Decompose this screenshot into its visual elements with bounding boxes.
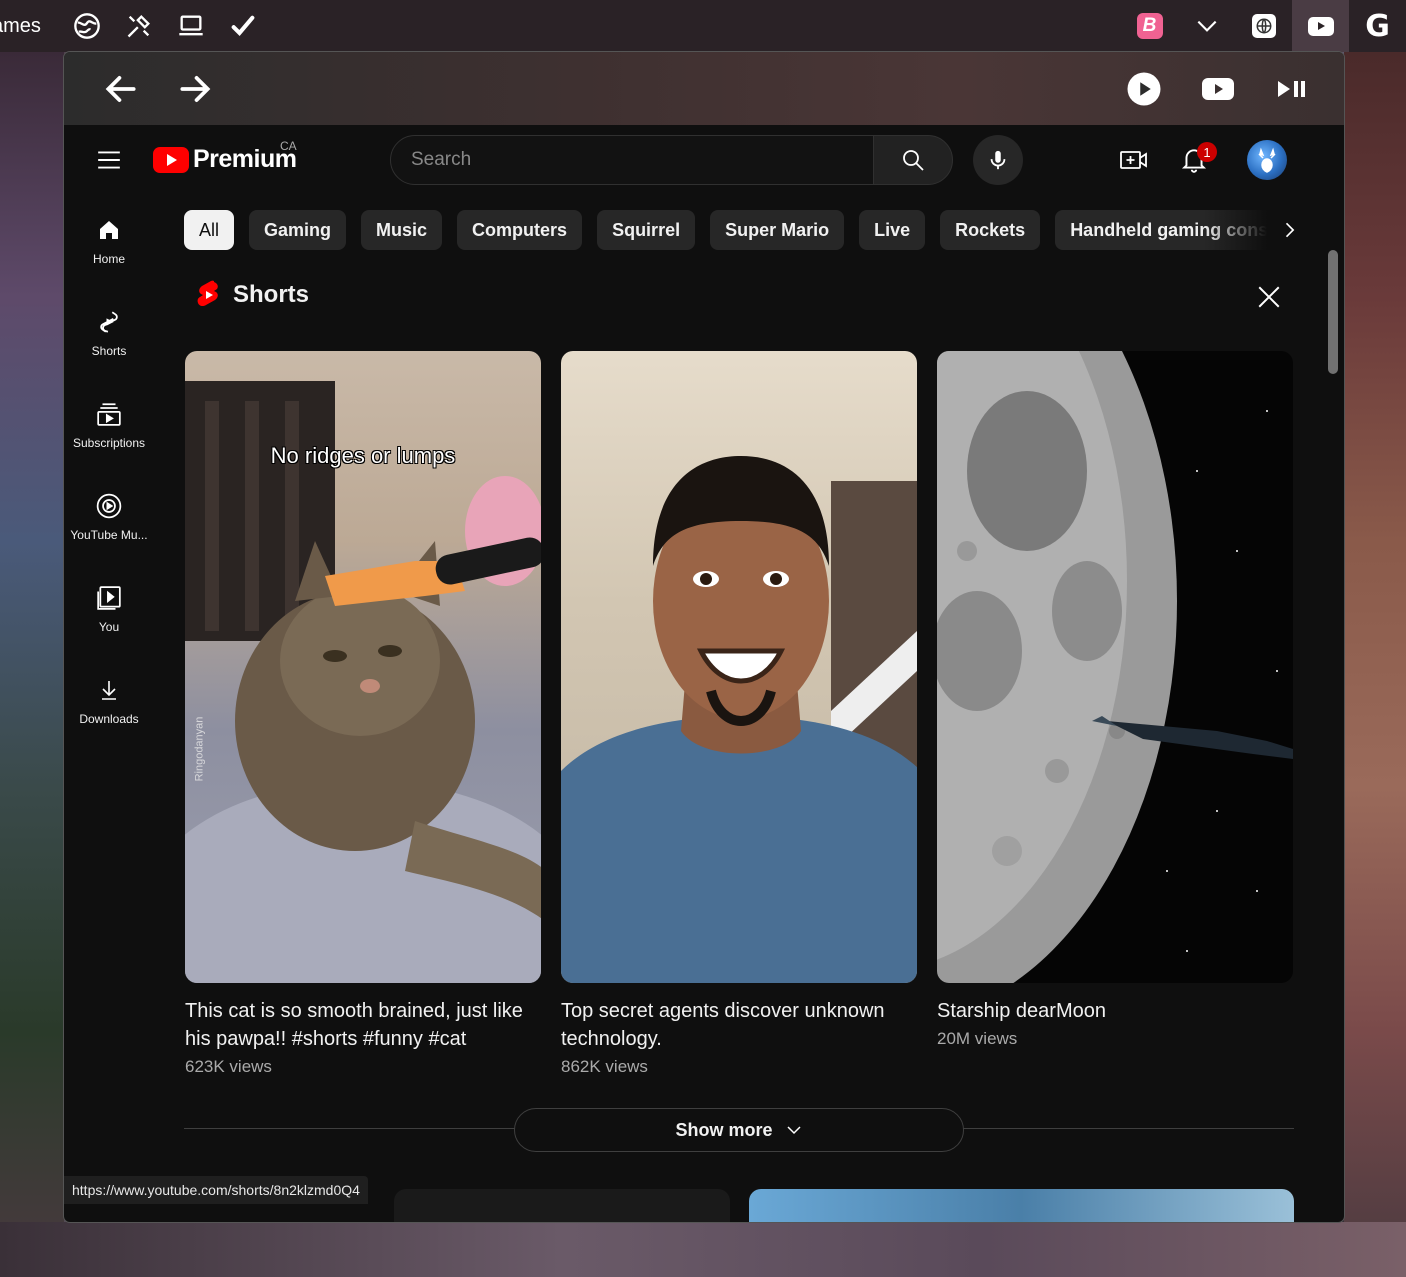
chip-live[interactable]: Live xyxy=(859,210,926,250)
chip-rockets[interactable]: Rockets xyxy=(940,210,1041,250)
short-title[interactable]: Starship dearMoon xyxy=(937,997,1293,1025)
short-card[interactable]: Top secret agents discover unknown techn… xyxy=(561,351,917,1077)
youtube-window: Premium CA 1 Home xyxy=(64,52,1344,1222)
youtube-play-button[interactable] xyxy=(1186,52,1250,125)
checkmark-icon[interactable] xyxy=(217,0,269,52)
status-url: https://www.youtube.com/shorts/8n2klzmd0… xyxy=(64,1176,368,1204)
menu-button[interactable] xyxy=(96,147,122,173)
search-button[interactable] xyxy=(873,135,953,185)
desktop-wallpaper-left xyxy=(0,52,64,1277)
sidebar: Home Shorts Subscriptions YouTube Mu... … xyxy=(64,195,154,747)
shorts-shelf-title: Shorts xyxy=(233,281,310,308)
sidebar-item-label: Home xyxy=(92,252,125,266)
video-add-icon xyxy=(1120,151,1147,169)
youtube-logo-icon xyxy=(153,146,189,173)
chevron-down-icon xyxy=(786,1126,801,1135)
sidebar-item-downloads[interactable]: Downloads xyxy=(64,655,154,747)
shorts-icon xyxy=(95,308,123,336)
chevron-down-icon[interactable] xyxy=(1178,0,1235,52)
chips-next-button[interactable] xyxy=(1269,210,1309,250)
desktop-wallpaper-right xyxy=(1344,52,1406,1277)
filter-chips: All Gaming Music Computers Squirrel Supe… xyxy=(184,210,1294,250)
youtube-play-icon xyxy=(1202,77,1234,100)
search-icon xyxy=(903,150,924,171)
short-card[interactable]: Starship dearMoon 20M views xyxy=(937,351,1293,1049)
brave-b-icon[interactable]: B xyxy=(1121,0,1178,52)
show-more-button[interactable]: Show more xyxy=(514,1108,964,1152)
microphone-icon xyxy=(990,150,1006,170)
system-bar: ames B G xyxy=(0,0,1406,52)
short-thumbnail-man[interactable] xyxy=(561,351,917,983)
sidebar-item-label: YouTube Mu... xyxy=(70,528,148,542)
arrow-right-icon xyxy=(180,75,211,102)
chip-super-mario[interactable]: Super Mario xyxy=(710,210,845,250)
you-library-icon xyxy=(95,584,123,612)
chevron-right-icon xyxy=(1285,222,1295,238)
show-more-label: Show more xyxy=(675,1119,773,1140)
window-titlebar xyxy=(64,52,1344,125)
tools-icon[interactable] xyxy=(113,0,165,52)
sidebar-item-youtube-music[interactable]: YouTube Mu... xyxy=(64,471,154,563)
chip-all[interactable]: All xyxy=(184,210,235,250)
laptop-icon[interactable] xyxy=(165,0,217,52)
short-views: 623K views xyxy=(185,1057,272,1076)
chip-music[interactable]: Music xyxy=(361,210,443,250)
short-card[interactable]: No ridges or lumps Ringodanyan This cat … xyxy=(185,351,541,1077)
forward-button[interactable] xyxy=(158,52,232,125)
youtube-icon[interactable] xyxy=(1292,0,1349,52)
short-thumbnail-cat[interactable]: No ridges or lumps Ringodanyan xyxy=(185,351,541,983)
search-input[interactable] xyxy=(411,149,873,171)
shorts-shelf-header: Shorts xyxy=(197,280,309,310)
search-box xyxy=(390,135,874,185)
create-button[interactable] xyxy=(1114,140,1154,180)
sidebar-item-label: You xyxy=(98,620,120,634)
short-title[interactable]: This cat is so smooth brained, just like… xyxy=(185,997,541,1053)
short-overlay-text: No ridges or lumps xyxy=(270,443,456,468)
sidebar-item-home[interactable]: Home xyxy=(64,195,154,287)
desktop-wallpaper-bottom xyxy=(0,1222,1406,1277)
shorts-logo-icon xyxy=(197,280,218,307)
play-pause-button[interactable] xyxy=(1260,52,1324,125)
games-label[interactable]: ames xyxy=(0,15,41,38)
youtube-header: Premium CA 1 xyxy=(64,125,1344,195)
short-views: 862K views xyxy=(561,1057,648,1076)
youtube-music-icon xyxy=(95,492,123,520)
youtube-premium-logo[interactable]: Premium xyxy=(153,145,297,174)
country-code: CA xyxy=(280,139,297,153)
arrow-left-icon xyxy=(105,75,136,102)
hamburger-icon xyxy=(98,151,120,169)
back-button[interactable] xyxy=(84,52,158,125)
chip-computers[interactable]: Computers xyxy=(457,210,583,250)
home-icon xyxy=(95,216,123,244)
sidebar-item-shorts[interactable]: Shorts xyxy=(64,287,154,379)
next-row-thumbnail[interactable] xyxy=(749,1189,1294,1222)
sidebar-item-label: Downloads xyxy=(79,712,139,726)
google-g-icon[interactable]: G xyxy=(1349,0,1406,52)
close-icon xyxy=(1258,286,1280,308)
subscriptions-icon xyxy=(95,400,123,428)
play-circle-button[interactable] xyxy=(1112,52,1176,125)
scrollbar-thumb[interactable] xyxy=(1328,250,1338,374)
short-watermark: Ringodanyan xyxy=(193,716,206,782)
deer-avatar-icon xyxy=(1258,147,1276,173)
sidebar-item-subscriptions[interactable]: Subscriptions xyxy=(64,379,154,471)
chip-squirrel[interactable]: Squirrel xyxy=(597,210,696,250)
sidebar-item-label: Shorts xyxy=(91,344,127,358)
sidebar-item-you[interactable]: You xyxy=(64,563,154,655)
download-icon xyxy=(95,676,123,704)
shelf-close-button[interactable] xyxy=(1252,280,1286,314)
short-title[interactable]: Top secret agents discover unknown techn… xyxy=(561,997,917,1053)
next-row-thumbnail[interactable] xyxy=(394,1189,730,1222)
notification-badge: 1 xyxy=(1197,142,1217,162)
short-thumbnail-moon[interactable] xyxy=(937,351,1293,983)
chip-gaming[interactable]: Gaming xyxy=(249,210,347,250)
avatar[interactable] xyxy=(1247,140,1287,180)
translate-globe-icon[interactable] xyxy=(1235,0,1292,52)
short-views: 20M views xyxy=(937,1029,1018,1048)
play-circle-icon xyxy=(1127,72,1161,105)
voice-search-button[interactable] xyxy=(973,135,1023,185)
play-pause-icon xyxy=(1278,80,1305,97)
sidebar-item-label: Subscriptions xyxy=(72,436,146,450)
globe-icon[interactable] xyxy=(61,0,113,52)
